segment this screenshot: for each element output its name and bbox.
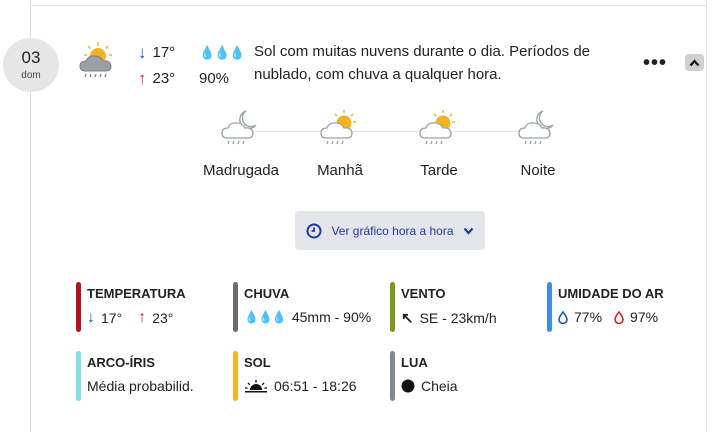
stat-color-bar: [547, 282, 552, 332]
collapse-button[interactable]: [685, 54, 704, 71]
stat-sun-value: 06:51 - 18:26: [274, 378, 357, 394]
rain-summary: 💧💧💧 90%: [199, 40, 246, 92]
period-label: Noite: [520, 162, 556, 179]
day-badge: 03 dom: [3, 38, 59, 92]
sun-cloud-rain-icon: [419, 110, 455, 145]
stat-title: CHUVA: [244, 286, 290, 301]
stat-color-bar: [390, 351, 395, 401]
stat-value: 06:51 - 18:26: [244, 378, 383, 394]
stat-title: SOL: [244, 355, 271, 370]
sun-cloud-rain-icon: [320, 110, 356, 145]
period-label: Madrugada: [203, 162, 279, 179]
period-tarde: Tarde: [389, 108, 489, 179]
night-cloud-rain-icon: [518, 110, 554, 145]
stat-title: TEMPERATURA: [87, 286, 186, 301]
day-number: 03: [21, 48, 41, 67]
stat-humidity-min: 77%: [574, 309, 603, 325]
stat-rain-value: 45mm - 90%: [291, 309, 372, 325]
stat-rainbow-value: Média probabilid.: [87, 378, 194, 394]
stat-value: 77% 97%: [558, 309, 697, 325]
rain-drops-icon: 💧💧💧: [199, 45, 246, 60]
stat-value: ↖ SE - 23km/h: [401, 309, 540, 327]
stat-rainbow: ARCO-ÍRIS Média probabilid.: [76, 351, 226, 401]
temperature-summary: ↓ 17° ↑ 23°: [138, 40, 175, 92]
stat-humidity-max: 97%: [630, 309, 659, 325]
stat-max-temperature: 23°: [152, 310, 174, 326]
stat-value: ↓ 17° ↑ 23°: [87, 309, 226, 327]
stat-min-temperature: 17°: [101, 310, 123, 326]
arrow-up-icon: ↑: [138, 309, 147, 326]
rain-chance: 90%: [199, 70, 230, 87]
more-options-button[interactable]: •••: [643, 52, 667, 75]
stat-color-bar: [390, 282, 395, 332]
period-manha: Manhã: [290, 108, 390, 179]
stat-temperature: TEMPERATURA ↓ 17° ↑ 23°: [76, 282, 226, 332]
stat-moon: LUA Cheia: [390, 351, 540, 401]
stat-color-bar: [233, 351, 238, 401]
clock-icon: [306, 223, 322, 238]
period-label: Tarde: [420, 162, 458, 179]
sunrise-icon: [245, 380, 267, 393]
stat-value: 💧💧💧 45mm - 90%: [244, 309, 383, 325]
top-divider: [30, 5, 707, 6]
stat-rain: CHUVA 💧💧💧 45mm - 90%: [233, 282, 383, 332]
stat-color-bar: [76, 282, 81, 332]
stat-sun: SOL 06:51 - 18:26: [233, 351, 383, 401]
max-temperature: 23°: [152, 70, 176, 87]
drop-outline-blue-icon: [558, 310, 568, 324]
day-description: Sol com muitas nuvens durante o dia. Per…: [254, 43, 591, 83]
arrow-down-icon: ↓: [87, 309, 95, 326]
stat-wind: VENTO ↖ SE - 23km/h: [390, 282, 540, 332]
right-divider: [706, 0, 707, 432]
drop-outline-red-icon: [614, 310, 624, 324]
stat-title: LUA: [401, 355, 428, 370]
hourly-chart-label: Ver gráfico hora a hora: [331, 223, 454, 238]
full-moon-icon: [401, 379, 415, 393]
period-madrugada: Madrugada: [191, 108, 291, 179]
night-cloud-rain-icon: [221, 110, 257, 145]
stat-color-bar: [76, 351, 81, 401]
day-name: dom: [21, 70, 41, 81]
wind-direction-arrow-icon: ↖: [401, 310, 414, 327]
stat-value: Cheia: [401, 378, 540, 394]
stat-title: UMIDADE DO AR: [558, 286, 664, 301]
chevron-down-icon: [463, 227, 473, 235]
hourly-chart-button[interactable]: Ver gráfico hora a hora: [295, 211, 485, 250]
period-label: Manhã: [317, 162, 363, 179]
stat-moon-value: Cheia: [421, 378, 458, 394]
chevron-up-icon: [689, 58, 700, 66]
stat-color-bar: [233, 282, 238, 332]
stat-title: VENTO: [401, 286, 446, 301]
arrow-down-icon: ↓: [138, 43, 147, 62]
stat-wind-value: SE - 23km/h: [419, 310, 497, 326]
period-noite: Noite: [488, 108, 588, 179]
arrow-up-icon: ↑: [138, 69, 147, 88]
partly-cloudy-rain-icon: [76, 40, 120, 80]
rain-drops-icon: 💧💧💧: [244, 310, 287, 324]
stat-humidity: UMIDADE DO AR 77% 97%: [547, 282, 697, 332]
min-temperature: 17°: [152, 44, 176, 61]
stat-title: ARCO-ÍRIS: [87, 355, 155, 370]
